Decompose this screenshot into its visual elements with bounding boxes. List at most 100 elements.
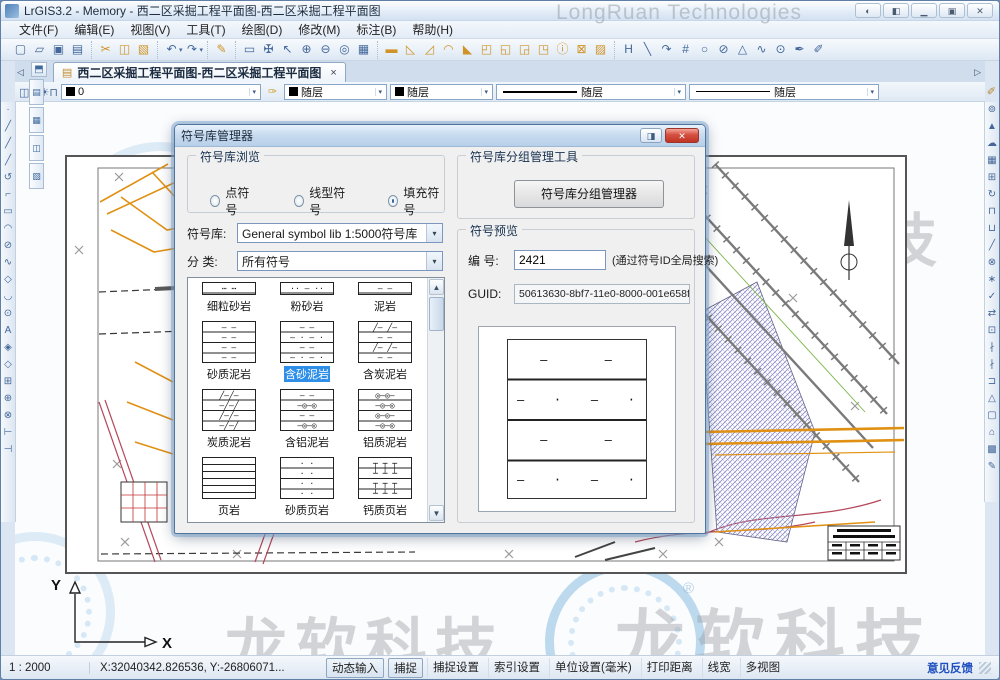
zoom-out-icon[interactable]: ⊖ [316, 41, 335, 59]
grid-table-icon[interactable]: ▦ [354, 41, 373, 59]
offset-icon[interactable]: ╱ [985, 238, 999, 255]
statusbar-button[interactable]: 捕捉设置 [427, 658, 484, 678]
node-break-icon[interactable]: ⊣ [1, 442, 15, 459]
join-icon[interactable]: ⊐ [985, 374, 999, 391]
dialog-close-button[interactable]: ✕ [665, 128, 699, 143]
fill-tool-icon[interactable]: ◣ [458, 41, 477, 59]
angle-icon[interactable]: △ [733, 41, 752, 59]
symbol-item[interactable]: ·· — ·· 粉砂岩 [268, 280, 346, 314]
scrollbar-thumb[interactable] [429, 297, 444, 331]
zoom-extent-icon[interactable]: ◎ [335, 41, 354, 59]
curve-icon[interactable]: ∿ [752, 41, 771, 59]
triangle-icon[interactable]: ▲ [985, 119, 999, 136]
tab-close-icon[interactable]: × [330, 67, 336, 79]
statusbar-button[interactable]: 线宽 [702, 658, 736, 678]
feedback-link[interactable]: 意见反馈 [927, 660, 973, 676]
statusbar-button[interactable]: 多视图 [740, 658, 786, 678]
dropdown-caret-icon[interactable]: ▾ [200, 46, 204, 54]
layer-manager-icon[interactable]: ◫ [19, 87, 29, 99]
close-button[interactable]: ✕ [967, 3, 993, 18]
line-icon[interactable]: ╱ [1, 119, 15, 136]
select-icon[interactable]: ↖ [278, 41, 297, 59]
slope2-icon[interactable]: ◿ [420, 41, 439, 59]
panel-dock-icon[interactable]: ⬒ [31, 62, 47, 77]
fillet-icon[interactable]: ▢ [985, 408, 999, 425]
donut-icon[interactable]: ⊙ [1, 306, 15, 323]
rotate-icon[interactable]: ↻ [985, 187, 999, 204]
swap-icon[interactable]: ⇄ [985, 306, 999, 323]
edit-icon[interactable]: ✎ [985, 459, 999, 476]
symbol-item[interactable]: · · · · · · · · 砂质页岩 [268, 457, 346, 518]
corner-icon[interactable]: ⌐ [1, 187, 15, 204]
document-tab[interactable]: ▤ 西二区采掘工程平面图-西二区采掘工程平面图 × [53, 62, 346, 82]
chamfer-icon[interactable]: △ [985, 391, 999, 408]
radio-fill-symbol[interactable]: 填充符号 [388, 184, 444, 218]
array-icon[interactable]: ▦ [985, 153, 999, 170]
arc-tool-icon[interactable]: ◠ [439, 41, 458, 59]
symbol-item[interactable]: ◎—◎— —◎—◎ ◎—◎— —◎—◎ 铝质泥岩 [346, 389, 424, 450]
ellipse-icon[interactable]: ⊘ [714, 41, 733, 59]
point-icon[interactable]: · [1, 102, 15, 119]
radio-linetype-symbol[interactable]: 线型符号 [294, 184, 350, 218]
layer-combo[interactable]: 0 ▾ [61, 84, 261, 100]
hatch-icon[interactable]: ▨ [591, 41, 610, 59]
spline-icon[interactable]: ∿ [1, 255, 15, 272]
line-icon[interactable]: ╲ [638, 41, 657, 59]
node-delete-icon[interactable]: ⊗ [1, 408, 15, 425]
node-add-icon[interactable]: ⊞ [1, 374, 15, 391]
arc-icon[interactable]: ◠ [1, 221, 15, 238]
statusbar-button[interactable]: 单位设置(毫米) [549, 658, 637, 678]
menu-item[interactable]: 文件(F) [11, 20, 66, 39]
lock-icon[interactable]: ⊓ [49, 87, 58, 99]
pencil-icon[interactable]: ✐ [809, 41, 828, 59]
pan-icon[interactable]: ✠ [259, 41, 278, 59]
symbol-icon[interactable]: ◈ [1, 340, 15, 357]
paste-icon[interactable]: ▧ [134, 41, 153, 59]
symbol-id-input[interactable] [514, 250, 606, 270]
menu-item[interactable]: 标注(B) [348, 20, 404, 39]
move-icon[interactable]: ⊞ [985, 170, 999, 187]
mirror-icon[interactable]: ⊔ [985, 221, 999, 238]
zoom-window-icon[interactable]: ▭ [240, 41, 259, 59]
menu-item[interactable]: 绘图(D) [234, 20, 291, 39]
zoom-in-icon[interactable]: ⊕ [297, 41, 316, 59]
circle-icon[interactable]: ○ [695, 41, 714, 59]
symbol-item[interactable]: — — — · — · — — — · — · 含砂泥岩 [268, 321, 346, 382]
panel-tab-resources[interactable]: ◫ [29, 135, 44, 161]
polygon-icon[interactable]: ◇ [1, 272, 15, 289]
group-manager-button[interactable]: 符号库分组管理器 [514, 180, 664, 208]
extend-icon[interactable]: ∤ [985, 357, 999, 374]
hatch-fill-icon[interactable]: ▩ [985, 442, 999, 459]
layout1-icon[interactable]: ◰ [477, 41, 496, 59]
ellipse-icon[interactable]: ⊘ [1, 238, 15, 255]
polyline-icon[interactable]: ╱ [1, 136, 15, 153]
home-icon[interactable]: ⌂ [985, 425, 999, 442]
tab-scroll-right-icon[interactable]: ▷ [974, 67, 981, 78]
explode-icon[interactable]: ∗ [985, 272, 999, 289]
menu-item[interactable]: 帮助(H) [404, 20, 461, 39]
category-combo[interactable]: 所有符号 ▾ [237, 251, 443, 271]
slope-icon[interactable]: ◺ [401, 41, 420, 59]
minimize-button[interactable]: ▁ [911, 3, 937, 18]
trim-icon[interactable]: ∤ [985, 340, 999, 357]
quick-pencil-icon[interactable]: ✐ [987, 85, 996, 98]
arc2-icon[interactable]: ◡ [1, 289, 15, 306]
info-icon[interactable]: ⓘ [553, 41, 572, 59]
skin-button[interactable]: ◧ [883, 3, 909, 18]
symbol-item[interactable]: — — —◎—◎ — — —◎—◎ 含铝泥岩 [268, 389, 346, 450]
symbol-item[interactable]: 页岩 [190, 457, 268, 518]
symbol-item[interactable]: ⋯ ⋯ 细粒砂岩 [190, 280, 268, 314]
node-insert-icon[interactable]: ⊕ [1, 391, 15, 408]
cut-icon[interactable]: ✂ [96, 41, 115, 59]
symbol-item[interactable]: ╱—╱— —╱—╱ ╱—╱— —╱—╱ 炭质泥岩 [190, 389, 268, 450]
cloud-icon[interactable]: ☁ [985, 136, 999, 153]
library-combo[interactable]: General symbol lib 1:5000符号库 ▾ [237, 223, 443, 243]
menu-item[interactable]: 视图(V) [122, 20, 178, 39]
radio-point-symbol[interactable]: 点符号 [210, 184, 256, 218]
node-join-icon[interactable]: ⊢ [1, 425, 15, 442]
symbol2-icon[interactable]: ◇ [1, 357, 15, 374]
panel-tab-layers[interactable]: ▦ [29, 107, 44, 133]
stretch-icon[interactable]: ⊓ [985, 204, 999, 221]
panel-tab-properties[interactable]: ▤ [29, 79, 44, 105]
crop-icon[interactable]: ⊡ [985, 323, 999, 340]
